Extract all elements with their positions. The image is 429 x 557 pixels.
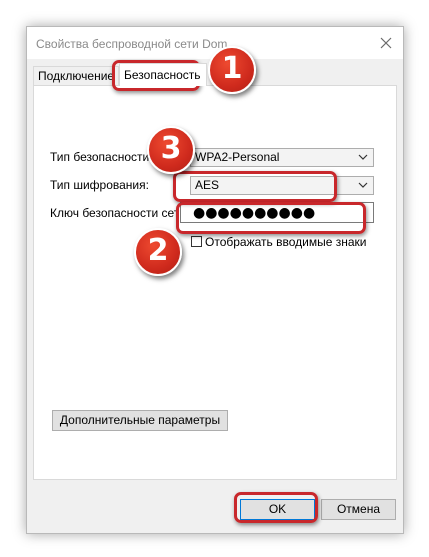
step-badge-1: 1 xyxy=(208,46,256,94)
close-icon xyxy=(380,37,392,49)
wireless-properties-dialog: Свойства беспроводной сети Dom Подключен… xyxy=(26,26,404,534)
advanced-settings-button[interactable]: Дополнительные параметры xyxy=(52,410,228,431)
step-badge-3: 3 xyxy=(147,126,195,174)
advanced-settings-label: Дополнительные параметры xyxy=(59,413,221,427)
encryption-type-label: Тип шифрования: xyxy=(50,178,149,192)
security-tab-panel: Тип безопасности: WPA2-Personal Тип шифр… xyxy=(33,85,397,480)
tab-connection[interactable]: Подключение xyxy=(33,66,119,86)
network-key-label: Ключ безопасности сети xyxy=(50,206,186,220)
security-type-select[interactable]: WPA2-Personal xyxy=(190,148,374,167)
security-type-label: Тип безопасности: xyxy=(50,150,153,164)
tab-security[interactable]: Безопасность xyxy=(119,63,207,86)
tab-connection-label: Подключение xyxy=(38,69,115,83)
highlight-show-characters xyxy=(176,202,366,234)
close-button[interactable] xyxy=(369,27,403,59)
step-badge-2: 2 xyxy=(134,228,182,276)
window-title: Свойства беспроводной сети Dom xyxy=(36,37,228,51)
security-type-value: WPA2-Personal xyxy=(195,150,280,164)
show-characters-label: Отображать вводимые знаки xyxy=(205,235,367,249)
highlight-ok-button xyxy=(234,492,318,523)
tab-security-label: Безопасность xyxy=(124,68,201,82)
show-characters-checkbox[interactable] xyxy=(191,236,202,247)
cancel-button-label: Отмена xyxy=(336,502,381,516)
highlight-network-key xyxy=(173,171,337,202)
cancel-button[interactable]: Отмена xyxy=(321,499,396,520)
chevron-down-icon xyxy=(358,154,368,160)
chevron-down-icon xyxy=(358,182,368,188)
